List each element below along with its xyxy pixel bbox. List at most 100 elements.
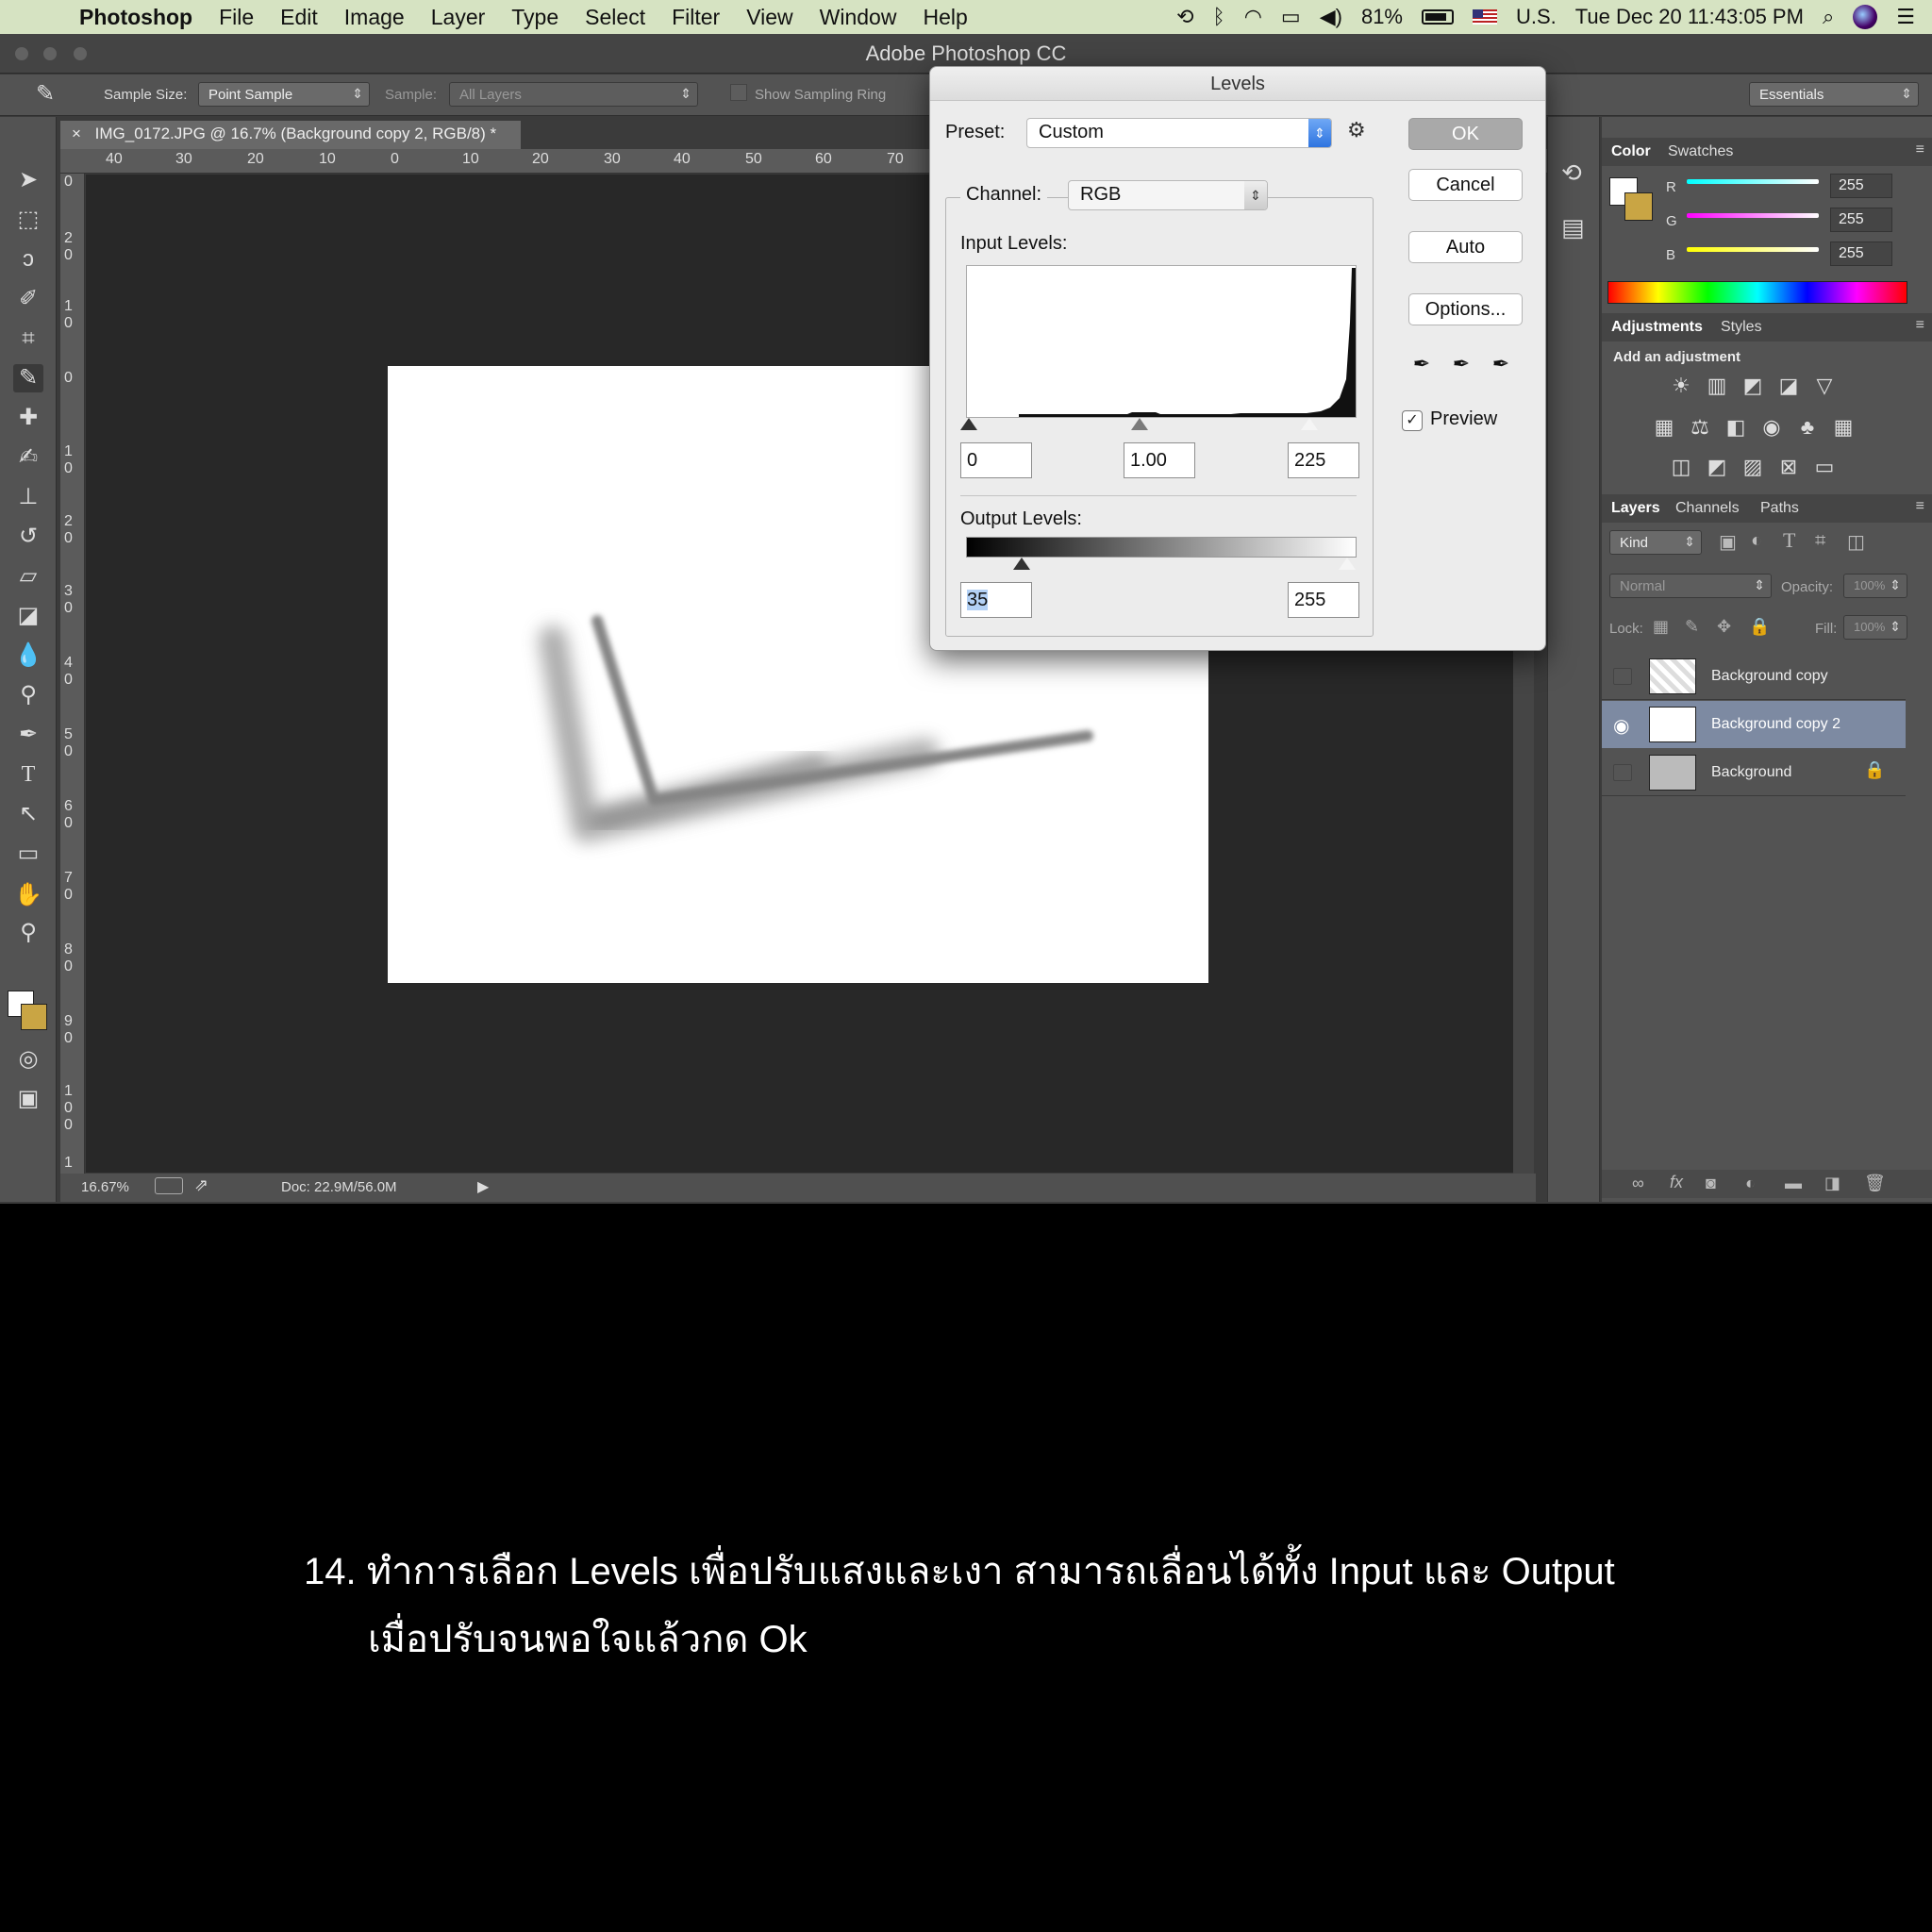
layer-row[interactable]: Background 🔒: [1602, 749, 1906, 796]
g-value[interactable]: 255: [1830, 208, 1892, 232]
menu-file[interactable]: File: [219, 5, 254, 30]
gray-point-eyedropper-icon[interactable]: ✒: [1449, 352, 1474, 380]
sample-size-select[interactable]: Point Sample: [198, 82, 370, 107]
crop-tool-icon[interactable]: ⌗: [13, 325, 43, 353]
cancel-button[interactable]: Cancel: [1408, 169, 1523, 201]
filter-type-icon[interactable]: T: [1783, 528, 1795, 553]
menu-filter[interactable]: Filter: [672, 5, 720, 30]
g-slider[interactable]: [1687, 213, 1819, 218]
link-layers-icon[interactable]: ∞: [1632, 1174, 1644, 1193]
share-icon[interactable]: ⇗: [194, 1175, 208, 1195]
panel-menu-icon[interactable]: ≡: [1916, 142, 1924, 158]
fill-value[interactable]: 100%: [1843, 615, 1907, 640]
blend-mode-select[interactable]: Normal: [1609, 574, 1772, 598]
siri-icon[interactable]: [1853, 5, 1878, 29]
menu-type[interactable]: Type: [511, 5, 558, 30]
input-white-field[interactable]: 225: [1288, 442, 1359, 478]
spotlight-search-icon[interactable]: ⌕: [1823, 5, 1834, 29]
history-brush-tool-icon[interactable]: ↺: [13, 523, 43, 551]
layer-row[interactable]: Background copy: [1602, 653, 1906, 700]
input-gamma-field[interactable]: 1.00: [1124, 442, 1195, 478]
r-slider[interactable]: [1687, 179, 1819, 184]
gear-icon[interactable]: ⚙: [1347, 118, 1366, 142]
quick-selection-tool-icon[interactable]: ✐: [13, 285, 43, 313]
menu-window[interactable]: Window: [820, 5, 897, 30]
layer-row-selected[interactable]: ◉ Background copy 2: [1602, 701, 1906, 748]
tab-swatches[interactable]: Swatches: [1668, 143, 1733, 160]
menu-help[interactable]: Help: [923, 5, 967, 30]
eraser-tool-icon[interactable]: ▱: [13, 562, 43, 591]
bluetooth-icon[interactable]: ᛒ: [1213, 5, 1225, 29]
color-lookup-icon[interactable]: ▦: [1830, 415, 1857, 440]
vertical-ruler[interactable]: 0 2 0 1 0 0 1 0 2 0 3 0 4 0 5 0 6 0 7 0 …: [60, 174, 85, 1174]
photo-filter-icon[interactable]: ◉: [1758, 415, 1785, 440]
lock-position-icon[interactable]: ✥: [1717, 617, 1731, 637]
move-tool-icon[interactable]: ➤: [13, 166, 43, 194]
layer-visibility-toggle[interactable]: [1613, 764, 1632, 781]
input-black-field[interactable]: 0: [960, 442, 1032, 478]
input-white-slider[interactable]: [1300, 417, 1319, 431]
quick-mask-icon[interactable]: ◎: [13, 1045, 43, 1074]
healing-brush-tool-icon[interactable]: ✚: [13, 404, 43, 432]
panel-menu-icon[interactable]: ≡: [1916, 498, 1924, 515]
background-color-swatch[interactable]: [21, 1004, 47, 1030]
eye-icon[interactable]: ◉: [1613, 714, 1629, 738]
options-button[interactable]: Options...: [1408, 293, 1523, 325]
threshold-icon[interactable]: ▨: [1740, 455, 1766, 479]
preset-select[interactable]: Custom ⇕: [1026, 118, 1332, 148]
volume-icon[interactable]: ◀): [1320, 5, 1342, 29]
brightness-contrast-icon[interactable]: ☀: [1668, 374, 1694, 398]
preview-checkbox[interactable]: ✓: [1402, 410, 1423, 431]
output-black-field[interactable]: 35: [960, 582, 1032, 618]
menu-image[interactable]: Image: [344, 5, 405, 30]
zoom-level[interactable]: 16.67%: [81, 1179, 129, 1195]
levels-icon[interactable]: ▥: [1704, 374, 1730, 398]
notification-center-icon[interactable]: ☰: [1896, 5, 1915, 29]
filter-pixel-icon[interactable]: ▣: [1719, 530, 1737, 554]
document-tab[interactable]: × IMG_0172.JPG @ 16.7% (Background copy …: [60, 121, 521, 149]
input-gamma-slider[interactable]: [1131, 418, 1148, 430]
invert-icon[interactable]: ◫: [1668, 455, 1694, 479]
r-value[interactable]: 255: [1830, 174, 1892, 198]
menu-app-name[interactable]: Photoshop: [79, 5, 192, 30]
color-panel-background[interactable]: [1624, 192, 1653, 221]
layer-name[interactable]: Background copy 2: [1711, 716, 1840, 733]
layer-visibility-toggle[interactable]: [1613, 668, 1632, 685]
marquee-tool-icon[interactable]: ⬚: [13, 206, 43, 234]
airplay-icon[interactable]: ▭: [1281, 5, 1301, 29]
tab-color[interactable]: Color: [1611, 143, 1651, 160]
workspace-select[interactable]: Essentials: [1749, 82, 1919, 107]
rectangle-tool-icon[interactable]: ▭: [13, 840, 43, 868]
status-icon-a[interactable]: [155, 1177, 183, 1194]
new-adjustment-layer-icon[interactable]: ◐: [1745, 1174, 1756, 1193]
menubar-clock[interactable]: Tue Dec 20 11:43:05 PM: [1575, 5, 1804, 29]
input-source[interactable]: U.S.: [1516, 5, 1557, 29]
layer-filter-select[interactable]: Kind: [1609, 530, 1702, 555]
eyedropper-tool-preset-icon[interactable]: ✎: [36, 80, 55, 108]
b-value[interactable]: 255: [1830, 242, 1892, 266]
delete-layer-icon[interactable]: 🗑: [1864, 1174, 1886, 1193]
battery-icon[interactable]: [1422, 9, 1454, 25]
screen-mode-icon[interactable]: ▣: [13, 1085, 43, 1113]
battery-percent[interactable]: 81%: [1361, 5, 1403, 29]
gradient-map-icon[interactable]: ▭: [1811, 455, 1838, 479]
black-white-icon[interactable]: ◧: [1723, 415, 1749, 440]
brush-tool-icon[interactable]: ✍: [13, 443, 43, 472]
output-white-slider[interactable]: [1338, 557, 1357, 571]
layer-mask-icon[interactable]: ◙: [1706, 1174, 1716, 1193]
exposure-icon[interactable]: ◪: [1775, 374, 1802, 398]
path-selection-tool-icon[interactable]: ↖: [13, 800, 43, 828]
pen-tool-icon[interactable]: ✒: [13, 721, 43, 749]
channel-select[interactable]: RGB ⇕: [1068, 180, 1268, 210]
filter-shape-icon[interactable]: ⌗: [1815, 530, 1825, 552]
tab-styles[interactable]: Styles: [1721, 319, 1762, 336]
close-document-icon[interactable]: ×: [72, 125, 81, 142]
history-panel-icon[interactable]: ⟲: [1561, 158, 1582, 188]
time-machine-icon[interactable]: ⟲: [1176, 5, 1193, 29]
lock-all-icon[interactable]: 🔒: [1749, 617, 1770, 637]
layer-name[interactable]: Background: [1711, 764, 1791, 781]
menu-layer[interactable]: Layer: [431, 5, 486, 30]
new-layer-icon[interactable]: ◨: [1824, 1174, 1840, 1193]
paint-bucket-tool-icon[interactable]: ◪: [13, 602, 43, 630]
output-white-field[interactable]: 255: [1288, 582, 1359, 618]
